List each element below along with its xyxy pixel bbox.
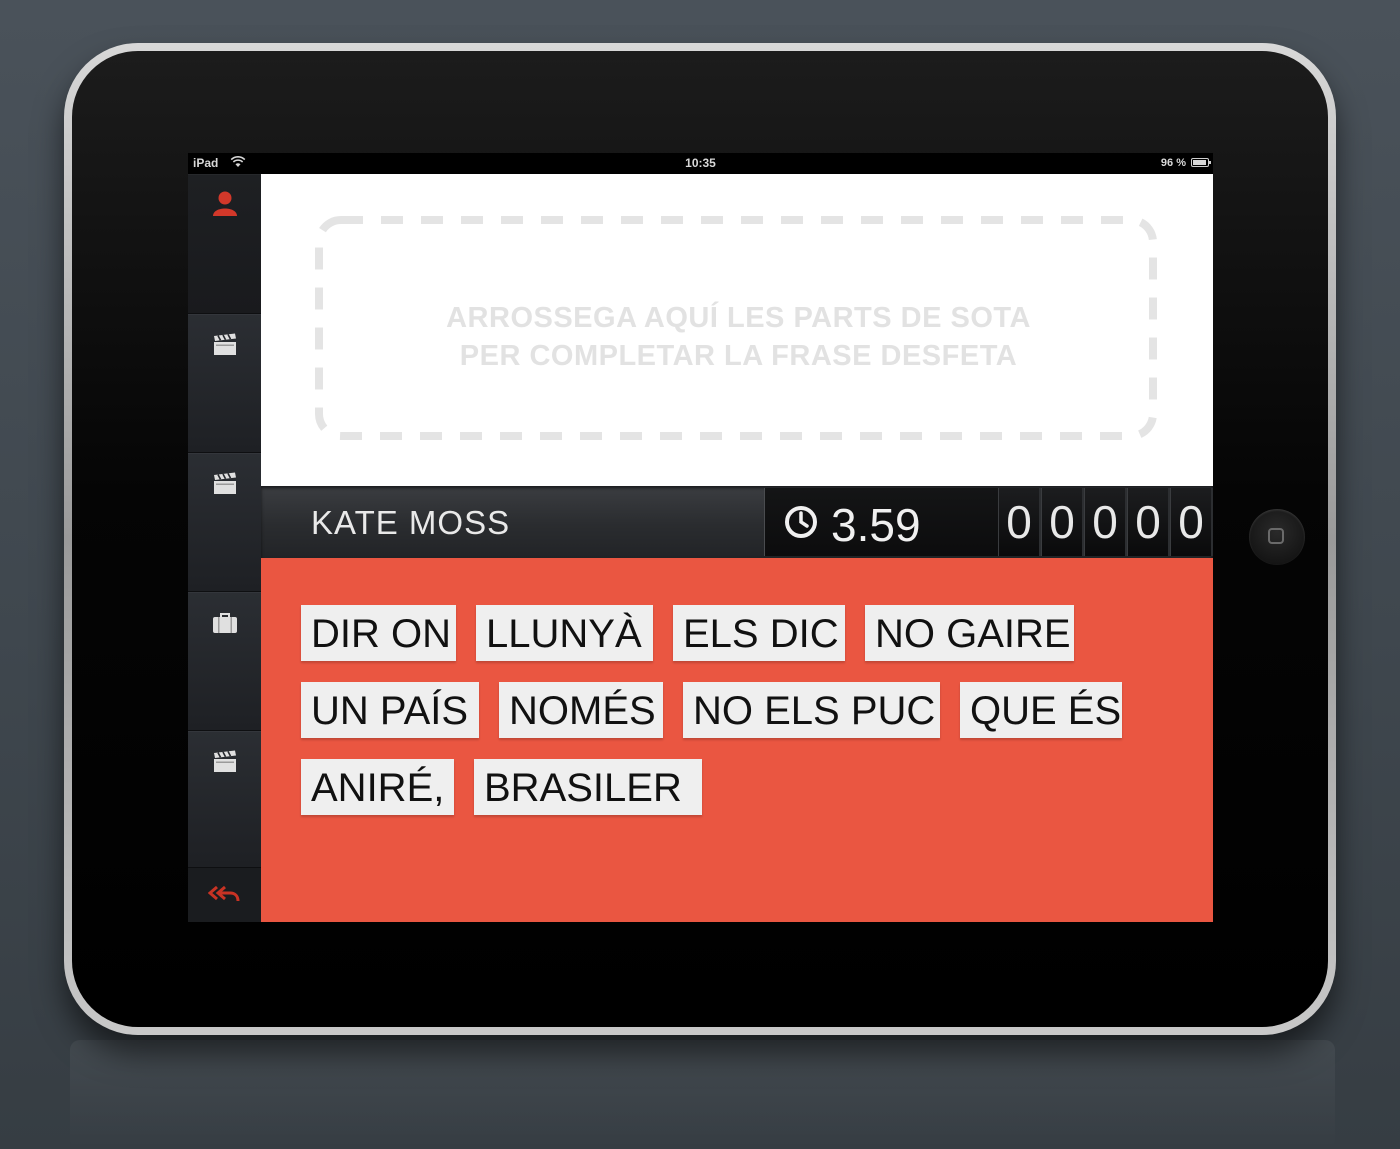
score-digit: 0 bbox=[1041, 488, 1082, 556]
word-chip[interactable]: ANIRÉ, bbox=[301, 759, 454, 815]
word-chip[interactable]: BRASILER bbox=[474, 759, 702, 815]
device-reflection bbox=[70, 1040, 1335, 1149]
word-chip[interactable]: UN PAÍS bbox=[301, 682, 479, 738]
word-chip[interactable]: ELS DIC bbox=[673, 605, 845, 661]
back-button[interactable] bbox=[188, 868, 261, 922]
score-digit: 0 bbox=[998, 488, 1039, 556]
sidebar-item-film-2[interactable] bbox=[188, 453, 261, 592]
app-screen: iPad 10:35 96 % ARROSSEGA AQUÍ LES PARTS… bbox=[188, 153, 1213, 922]
timer: 3.59 bbox=[764, 488, 998, 556]
briefcase-icon bbox=[213, 613, 237, 633]
word-chip[interactable]: NO ELS PUC bbox=[683, 682, 940, 738]
drop-area[interactable]: ARROSSEGA AQUÍ LES PARTS DE SOTA PER COM… bbox=[261, 174, 1213, 486]
battery-percent: 96 % bbox=[1160, 157, 1186, 169]
home-button[interactable] bbox=[1249, 509, 1305, 565]
clapperboard-icon bbox=[214, 750, 236, 772]
sidebar bbox=[188, 174, 261, 922]
timer-value: 3.59 bbox=[831, 499, 921, 551]
sidebar-item-film-3[interactable] bbox=[188, 731, 261, 868]
word-chip[interactable]: QUE ÉS bbox=[960, 682, 1122, 738]
score-digit: 0 bbox=[1084, 488, 1125, 556]
status-time: 10:35 bbox=[685, 156, 716, 170]
clapperboard-icon bbox=[214, 333, 236, 355]
sidebar-item-profile[interactable] bbox=[188, 174, 261, 314]
home-square-icon bbox=[1268, 528, 1284, 544]
word-chip[interactable]: NO GAIRE bbox=[865, 605, 1074, 661]
word-chip[interactable]: DIR ON bbox=[301, 605, 456, 661]
user-icon bbox=[213, 191, 237, 216]
word-pieces-area: DIR ON LLUNYÀ ELS DIC NO GAIRE UN PAÍS N… bbox=[261, 558, 1213, 922]
status-bar: iPad 10:35 96 % bbox=[188, 153, 1213, 174]
sidebar-item-film-1[interactable] bbox=[188, 314, 261, 453]
drop-hint-line-1: ARROSSEGA AQUÍ LES PARTS DE SOTA bbox=[446, 302, 1031, 334]
drop-hint-text: ARROSSEGA AQUÍ LES PARTS DE SOTA PER COM… bbox=[321, 299, 1156, 375]
score-digit: 0 bbox=[1127, 488, 1168, 556]
clapperboard-icon bbox=[214, 472, 236, 494]
battery-icon bbox=[1191, 158, 1211, 167]
sidebar-item-briefcase[interactable] bbox=[188, 592, 261, 731]
drop-hint-line-2: PER COMPLETAR LA FRASE DESFETA bbox=[459, 340, 1018, 372]
clock-icon bbox=[785, 506, 817, 538]
score-digit: 0 bbox=[1170, 488, 1211, 556]
word-chip[interactable]: NOMÉS bbox=[499, 682, 663, 738]
word-chip[interactable]: LLUNYÀ bbox=[476, 605, 653, 661]
player-name: KATE MOSS bbox=[311, 504, 511, 541]
score-counter: 0 0 0 0 0 bbox=[998, 488, 1213, 556]
back-arrows-icon bbox=[208, 885, 240, 902]
info-bar: KATE MOSS 3.59 0 0 0 0 0 bbox=[261, 486, 1213, 558]
